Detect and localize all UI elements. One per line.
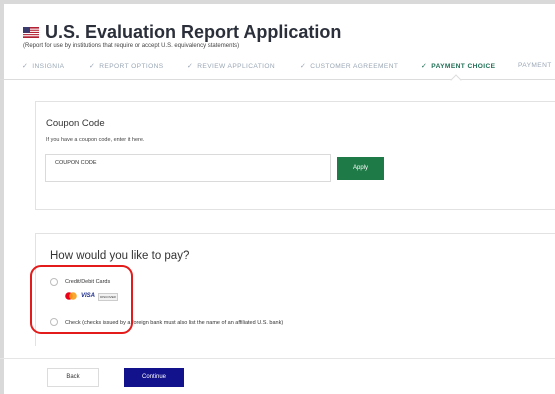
step-label: INSIGNIA [32, 63, 65, 70]
steps-divider [0, 79, 555, 80]
application-page: U.S. Evaluation Report Application (Repo… [0, 0, 555, 394]
coupon-title: Coupon Code [46, 118, 105, 129]
page-subtitle: (Report for use by institutions that req… [23, 43, 240, 49]
step-insignia[interactable]: ✓ INSIGNIA [22, 62, 64, 70]
us-flag-icon [23, 27, 39, 38]
active-step-caret [450, 74, 462, 86]
step-label: PAYMENT CHOICE [431, 63, 496, 70]
checkmark-icon: ✓ [187, 63, 194, 70]
continue-button[interactable]: Continue [124, 368, 184, 387]
page-title: U.S. Evaluation Report Application [45, 22, 342, 42]
step-payment-choice[interactable]: ✓ PAYMENT CHOICE [421, 62, 495, 70]
step-label: CUSTOMER AGREEMENT [310, 63, 399, 70]
coupon-hint: If you have a coupon code, enter it here… [46, 137, 145, 143]
step-label: REVIEW APPLICATION [197, 63, 276, 70]
step-report-options[interactable]: ✓ REPORT OPTIONS [89, 62, 164, 70]
window-border-left [0, 0, 4, 394]
checkmark-icon: ✓ [421, 63, 428, 70]
apply-button[interactable]: Apply [337, 157, 384, 180]
step-label: PAYMENT [518, 62, 552, 69]
footer-divider [0, 358, 555, 359]
checkmark-icon: ✓ [300, 63, 307, 70]
step-customer-agreement[interactable]: ✓ CUSTOMER AGREEMENT [300, 62, 398, 70]
step-review-application[interactable]: ✓ REVIEW APPLICATION [187, 62, 275, 70]
step-payment[interactable]: PAYMENT [518, 62, 552, 69]
payment-title: How would you like to pay? [50, 250, 190, 262]
step-label: REPORT OPTIONS [99, 63, 164, 70]
window-border-top [0, 0, 555, 4]
coupon-code-input[interactable] [45, 154, 331, 182]
red-highlight-annotation [30, 265, 133, 334]
progress-steps: ✓ INSIGNIA ✓ REPORT OPTIONS ✓ REVIEW APPLIC… [0, 62, 555, 76]
checkmark-icon: ✓ [22, 63, 29, 70]
checkmark-icon: ✓ [89, 63, 96, 70]
back-button[interactable]: Back [47, 368, 99, 387]
